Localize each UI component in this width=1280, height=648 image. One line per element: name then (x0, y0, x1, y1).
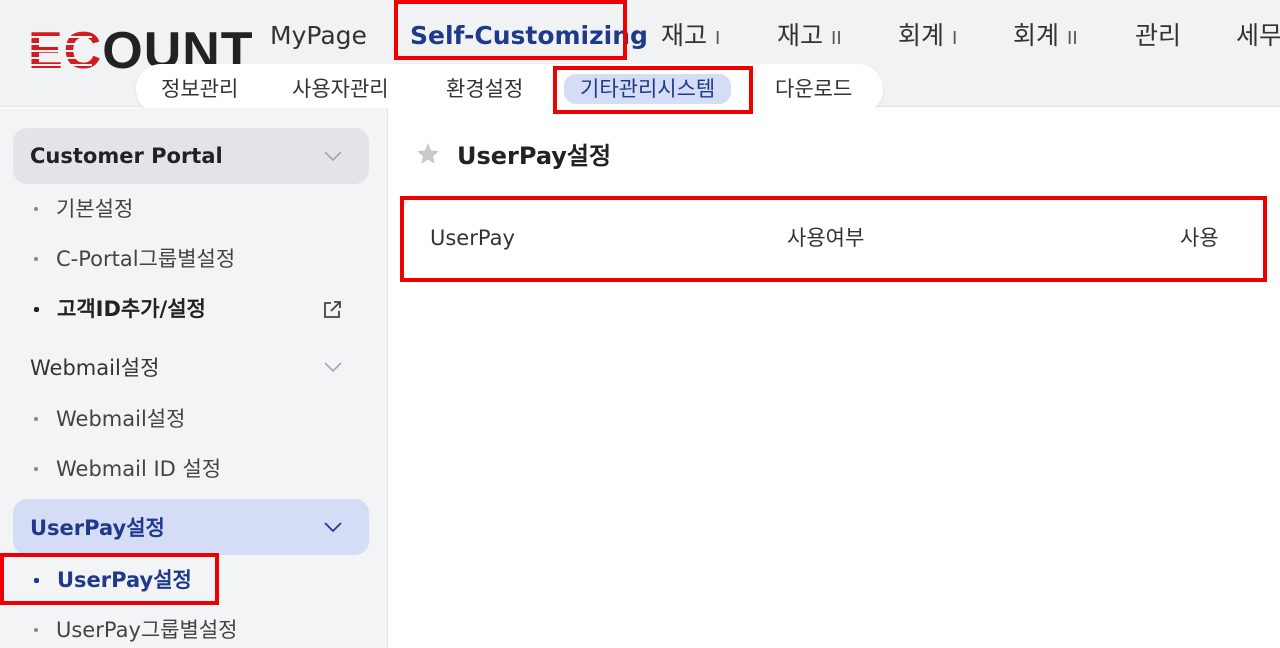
bullet-icon (34, 577, 39, 583)
sidebar-item-userpay-settings[interactable]: UserPay설정 (34, 565, 192, 595)
top-bar: ECOUNT MyPage Self-Customizing 재고 I 재고 II … (0, 0, 1280, 114)
sidebar-item-label: C-Portal그룹별설정 (56, 247, 236, 271)
sidebar-item-label: UserPay그룹별설정 (56, 618, 238, 642)
chevron-down-icon (324, 522, 342, 533)
submenu-label: 기타관리시스템 (580, 77, 716, 101)
menu-tax[interactable]: 세무 (1236, 16, 1280, 56)
sidebar-item-webmail-settings[interactable]: Webmail설정 (34, 404, 185, 434)
menu-label: MyPage (270, 21, 367, 50)
sidebar-item-label: UserPay설정 (57, 568, 192, 592)
sidebar-item-label: Webmail설정 (56, 407, 186, 431)
menu-management[interactable]: 관리 (1135, 16, 1181, 56)
bullet-icon (34, 306, 39, 312)
star-icon[interactable] (415, 141, 441, 167)
submenu-label: 환경설정 (446, 77, 524, 101)
menu-label: 재고 (777, 21, 824, 50)
setting-value[interactable]: 사용 (1180, 202, 1219, 274)
sidebar-item-label: 고객ID추가/설정 (57, 297, 206, 321)
menu-mypage[interactable]: MyPage (270, 16, 367, 56)
submenu-other-systems[interactable]: 기타관리시스템 (564, 74, 732, 104)
sidebar-item-webmail-id[interactable]: Webmail ID 설정 (34, 454, 221, 484)
main-content: UserPay설정 UserPay 사용여부 사용 (389, 108, 1280, 648)
bullet-icon (34, 628, 38, 632)
menu-label: 세무 (1236, 21, 1280, 50)
chevron-down-icon (324, 151, 342, 162)
group-title: Customer Portal (30, 144, 223, 168)
sidebar: Customer Portal 기본설정 C-Portal그룹별설정 고객ID추… (0, 108, 388, 648)
submenu-users[interactable]: 사용자관리 (292, 74, 389, 104)
submenu-label: 다운로드 (775, 77, 853, 101)
sidebar-item-userpay-group-settings[interactable]: UserPay그룹별설정 (34, 615, 237, 645)
external-link-icon[interactable] (322, 300, 342, 320)
menu-inventory-2[interactable]: 재고 II (777, 16, 842, 56)
sidebar-group-webmail[interactable]: Webmail설정 (13, 339, 369, 395)
menu-inventory-1[interactable]: 재고 I (661, 16, 720, 56)
menu-suffix: II (831, 28, 842, 49)
sidebar-item-cportal-group-settings[interactable]: C-Portal그룹별설정 (34, 244, 235, 274)
menu-suffix: I (715, 28, 721, 49)
sidebar-item-basic-settings[interactable]: 기본설정 (34, 194, 133, 224)
submenu-label: 사용자관리 (292, 77, 389, 101)
menu-label: Self-Customizing (410, 21, 648, 50)
menu-accounting-1[interactable]: 회계 I (898, 16, 957, 56)
main-menu: MyPage Self-Customizing 재고 I 재고 II 회계 I 회계 I… (0, 0, 1280, 72)
submenu-info[interactable]: 정보관리 (161, 74, 238, 104)
menu-label: 관리 (1135, 21, 1182, 50)
menu-label: 회계 (1013, 21, 1060, 50)
menu-accounting-2[interactable]: 회계 II (1013, 16, 1078, 56)
menu-suffix: II (1067, 28, 1078, 49)
setting-field-label: 사용여부 (787, 226, 865, 250)
submenu-download[interactable]: 다운로드 (775, 74, 852, 104)
group-title: Webmail설정 (30, 356, 160, 380)
app-window: ECOUNT MyPage Self-Customizing 재고 I 재고 II … (0, 0, 1280, 648)
menu-suffix: I (952, 28, 958, 49)
setting-name: UserPay (430, 226, 515, 250)
title-row: UserPay설정 (415, 136, 611, 171)
page-title: UserPay설정 (457, 142, 612, 170)
bullet-icon (34, 417, 38, 421)
sub-menu: 정보관리 사용자관리 환경설정 기타관리시스템 다운로드 (136, 64, 883, 114)
submenu-label: 정보관리 (161, 77, 239, 101)
sidebar-group-customer-portal[interactable]: Customer Portal (13, 128, 369, 184)
sidebar-item-label: 기본설정 (56, 197, 134, 221)
bullet-icon (34, 257, 38, 261)
chevron-down-icon (324, 362, 342, 373)
menu-label: 재고 (661, 21, 708, 50)
bullet-icon (34, 467, 38, 471)
submenu-settings[interactable]: 환경설정 (446, 74, 523, 104)
menu-self-customizing[interactable]: Self-Customizing (410, 16, 648, 56)
sidebar-item-label: Webmail ID 설정 (56, 457, 222, 481)
sidebar-item-customer-id[interactable]: 고객ID추가/설정 (34, 294, 206, 324)
sidebar-group-userpay[interactable]: UserPay설정 (13, 499, 369, 555)
bullet-icon (34, 207, 38, 211)
group-title: UserPay설정 (30, 516, 165, 540)
menu-label: 회계 (898, 21, 945, 50)
userpay-setting-row: UserPay 사용여부 사용 (409, 202, 1259, 274)
